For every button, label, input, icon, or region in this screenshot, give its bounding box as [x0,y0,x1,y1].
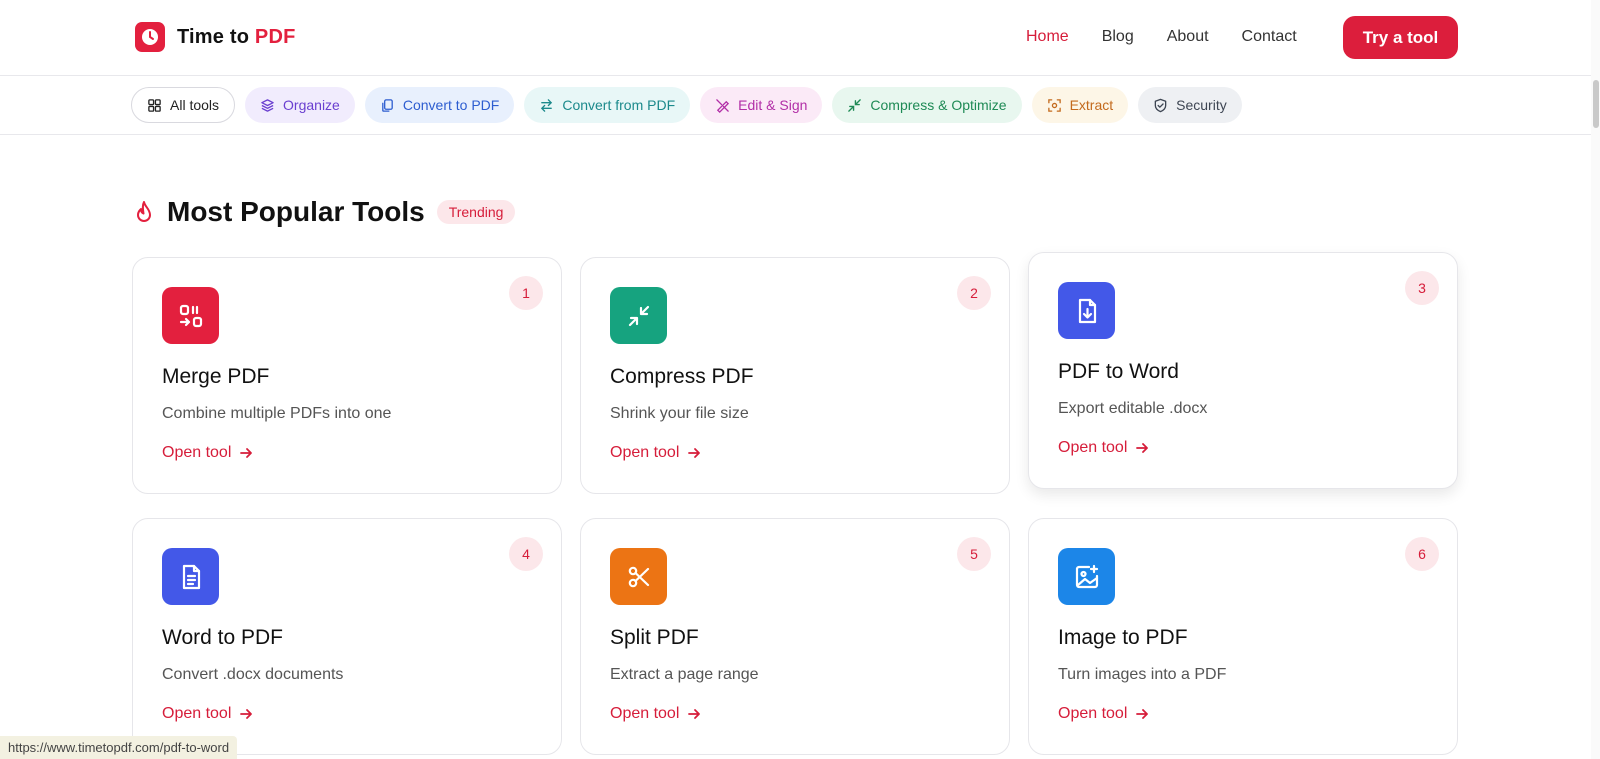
try-a-tool-button[interactable]: Try a tool [1343,16,1458,59]
tool-name: Word to PDF [162,626,283,649]
tool-card-image-to-pdf[interactable]: 6 Image to PDF Turn images into a PDF Op… [1028,518,1458,755]
tool-name: Image to PDF [1058,626,1188,649]
chip-convert-from-pdf[interactable]: Convert from PDF [524,87,691,123]
tool-card-compress-pdf[interactable]: 2 Compress PDF Shrink your file size Ope… [580,257,1010,494]
chip-label: Security [1176,97,1227,113]
tool-description: Combine multiple PDFs into one [162,405,392,422]
clock-icon [135,22,165,52]
arrow-right-icon [1136,443,1149,453]
chip-extract[interactable]: Extract [1031,87,1129,123]
chip-label: Extract [1069,97,1114,113]
open-tool-link[interactable]: Open tool [1058,705,1149,723]
section-title: Most Popular Tools [167,196,425,227]
tool-card-pdf-to-word[interactable]: 3 PDF to Word Export editable .docx Open… [1028,252,1458,489]
chip-edit-sign[interactable]: Edit & Sign [700,87,823,123]
arrow-right-icon [240,709,253,719]
open-tool-link[interactable]: Open tool [162,444,253,462]
open-tool-link[interactable]: Open tool [1058,439,1149,457]
chip-all-tools[interactable]: All tools [131,87,236,123]
arrow-right-icon [1136,709,1149,719]
chip-label: Organize [283,97,340,113]
scan-icon [1047,98,1061,112]
scrollbar-thumb[interactable] [1593,80,1599,128]
swap-arrows-icon [541,98,553,112]
rank-badge: 2 [957,276,991,310]
rank-badge: 6 [1405,537,1439,571]
tool-name: Compress PDF [610,365,754,388]
file-download-icon [1058,282,1115,339]
arrow-right-icon [688,448,701,458]
tool-description: Shrink your file size [610,405,749,422]
chip-convert-to-pdf[interactable]: Convert to PDF [364,87,515,123]
image-plus-icon [1058,548,1115,605]
top-navigation-bar: Time to PDF Home Blog About Contact Try … [0,0,1600,76]
rank-badge: 3 [1405,271,1439,305]
scissors-icon [610,548,667,605]
rank-badge: 5 [957,537,991,571]
arrow-right-icon [688,709,701,719]
chip-label: Convert to PDF [402,97,500,113]
page: Time to PDF Home Blog About Contact Try … [0,0,1600,759]
tool-card-word-to-pdf[interactable]: 4 Word to PDF Convert .docx documents Op… [132,518,562,755]
grid-icon [148,98,161,112]
tool-description: Turn images into a PDF [1058,666,1227,683]
link-status-bar: https://www.timetopdf.com/pdf-to-word [0,736,238,759]
nav-contact[interactable]: Contact [1242,28,1297,46]
nav-about[interactable]: About [1167,28,1209,46]
chip-label: All tools [170,97,220,113]
merge-icon [162,287,219,344]
layers-icon [261,98,274,112]
arrow-right-icon [240,448,253,458]
shield-check-icon [1154,98,1167,112]
brand-name: Time to PDF [177,25,296,48]
pen-ruler-icon [716,98,730,113]
chip-organize[interactable]: Organize [245,87,355,123]
tool-name: PDF to Word [1058,360,1179,383]
category-filter-bar: All tools Organize Convert to PDF Conver… [0,76,1600,135]
nav-blog[interactable]: Blog [1102,28,1134,46]
tool-description: Export editable .docx [1058,400,1208,417]
chip-compress-optimize[interactable]: Compress & Optimize [832,87,1022,123]
trending-badge: Trending [436,200,516,224]
chip-label: Edit & Sign [738,97,808,113]
popular-tools-heading: Most Popular Tools Trending [133,196,516,228]
tool-name: Split PDF [610,626,699,649]
main-nav: Home Blog About Contact [1026,16,1600,58]
chip-security[interactable]: Security [1138,87,1242,123]
nav-home[interactable]: Home [1026,28,1069,46]
compress-icon [610,287,667,344]
shrink-arrows-icon [848,98,862,112]
open-tool-link[interactable]: Open tool [610,705,701,723]
copy-files-icon [382,98,393,112]
tool-description: Convert .docx documents [162,666,344,683]
brand-logo[interactable]: Time to PDF [135,22,296,52]
document-icon [162,548,219,605]
flame-icon [137,201,151,222]
tool-name: Merge PDF [162,365,270,388]
rank-badge: 4 [509,537,543,571]
tool-card-merge-pdf[interactable]: 1 Merge PDF Combine multiple PDFs into o… [132,257,562,494]
vertical-scrollbar[interactable] [1591,0,1600,759]
chip-label: Convert from PDF [562,97,676,113]
open-tool-link[interactable]: Open tool [162,705,253,723]
chip-label: Compress & Optimize [870,97,1007,113]
open-tool-link[interactable]: Open tool [610,444,701,462]
tool-description: Extract a page range [610,666,759,683]
rank-badge: 1 [509,276,543,310]
tool-card-split-pdf[interactable]: 5 Split PDF Extract a page range Open to… [580,518,1010,755]
